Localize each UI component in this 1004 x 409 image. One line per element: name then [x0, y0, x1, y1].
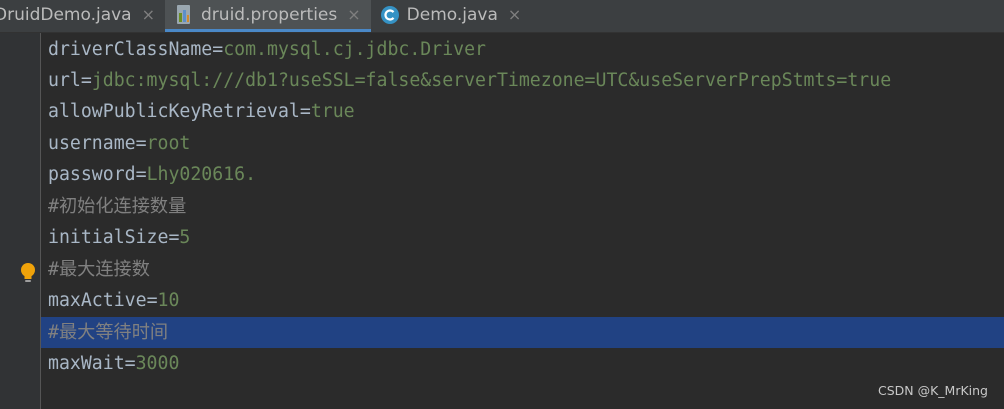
property-value: jdbc:mysql:///db1?useSSL=false&serverTim… — [91, 70, 892, 91]
property-separator: = — [124, 353, 136, 374]
property-separator: = — [135, 164, 147, 185]
code-line[interactable]: password=Lhy020616. — [41, 159, 1004, 190]
property-value: com.mysql.cj.jdbc.Driver — [223, 39, 486, 60]
property-key: driverClassName — [48, 39, 213, 60]
property-key: username — [48, 133, 136, 154]
code-line[interactable]: #最大连接数 — [41, 254, 1004, 285]
code-line[interactable]: driverClassName=com.mysql.cj.jdbc.Driver — [41, 34, 1004, 65]
code-line[interactable]: username=root — [41, 128, 1004, 159]
comment-text: #初始化连接数量 — [48, 196, 187, 217]
property-key: url — [48, 70, 81, 91]
property-separator: = — [146, 290, 158, 311]
property-separator: = — [80, 70, 92, 91]
watermark: CSDN @K_MrKing — [877, 383, 988, 398]
tab-label: DruidDemo.java — [0, 5, 132, 25]
code-line-selected[interactable]: #最大等待时间 — [41, 317, 1004, 348]
lightbulb-icon[interactable] — [18, 262, 38, 284]
property-separator: = — [212, 39, 224, 60]
property-value: 10 — [157, 290, 180, 311]
tab-demo-java[interactable]: Demo.java × — [371, 0, 532, 30]
editor-tab-bar: DruidDemo.java × druid.properties × Demo… — [0, 0, 1004, 33]
tab-label: Demo.java — [406, 5, 498, 25]
property-value: true — [310, 101, 355, 122]
comment-text: #最大等待时间 — [48, 322, 169, 343]
property-separator: = — [299, 101, 311, 122]
editor-gutter[interactable] — [0, 33, 41, 409]
close-icon[interactable]: × — [347, 6, 360, 23]
code-editor[interactable]: driverClassName=com.mysql.cj.jdbc.Driver… — [41, 33, 1004, 409]
comment-text: #最大连接数 — [48, 259, 150, 280]
property-value: 3000 — [135, 353, 180, 374]
ide-window: DruidDemo.java × druid.properties × Demo… — [0, 0, 1004, 409]
property-key: initialSize — [48, 227, 169, 248]
property-key: maxWait — [48, 353, 125, 374]
property-separator: = — [135, 133, 147, 154]
close-icon[interactable]: × — [142, 7, 155, 23]
property-key: maxActive — [48, 290, 147, 311]
property-value: Lhy020616. — [146, 164, 257, 185]
code-line[interactable]: maxWait=3000 — [41, 348, 1004, 379]
property-key: password — [48, 164, 136, 185]
tab-druiddemo-java[interactable]: DruidDemo.java × — [0, 0, 165, 30]
code-line[interactable]: #初始化连接数量 — [41, 191, 1004, 222]
tab-label: druid.properties — [201, 4, 338, 25]
code-line[interactable]: allowPublicKeyRetrieval=true — [41, 96, 1004, 127]
code-line[interactable]: initialSize=5 — [41, 222, 1004, 253]
java-class-icon — [379, 4, 401, 26]
property-key: allowPublicKeyRetrieval — [48, 101, 300, 122]
property-separator: = — [168, 227, 180, 248]
code-line[interactable]: maxActive=10 — [41, 285, 1004, 316]
tab-druid-properties[interactable]: druid.properties × — [165, 0, 371, 32]
close-icon[interactable]: × — [508, 7, 521, 23]
property-value: 5 — [179, 227, 191, 248]
property-value: root — [146, 133, 191, 154]
properties-file-icon — [173, 4, 195, 26]
code-line[interactable]: url=jdbc:mysql:///db1?useSSL=false&serve… — [41, 65, 1004, 96]
